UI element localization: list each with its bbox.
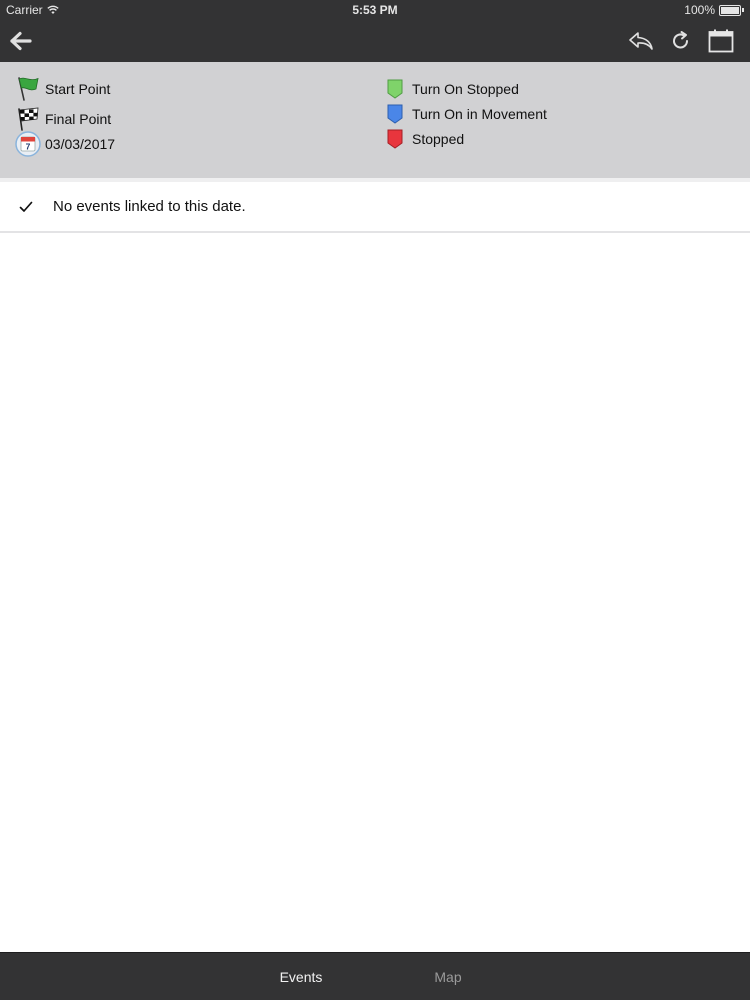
status-time: 5:53 PM	[352, 3, 398, 17]
red-marker-icon	[382, 126, 408, 152]
legend-start-point: Start Point	[15, 76, 110, 102]
list-item[interactable]: No events linked to this date.	[0, 182, 750, 233]
tab-bar: Events Map	[0, 952, 750, 1000]
app-screen: Carrier 5:53 PM 100% Start Point Final P…	[0, 0, 750, 1000]
battery-icon	[719, 4, 741, 16]
legend-stopped: Stopped	[382, 126, 464, 152]
legend-date-label: 03/03/2017	[45, 136, 116, 152]
green-marker-icon	[382, 76, 408, 102]
refresh-button[interactable]	[666, 26, 696, 56]
calendar-date-icon: 7	[15, 131, 41, 157]
legend-date: 7 03/03/2017	[15, 131, 115, 157]
checkered-flag-icon	[15, 106, 41, 132]
checkmark-icon	[19, 201, 35, 213]
no-events-message: No events linked to this date.	[53, 198, 246, 215]
refresh-icon	[673, 31, 688, 49]
legend-panel: Start Point Final Point 7 03/03/2017 Tur…	[0, 62, 750, 178]
arrow-left-icon	[10, 31, 32, 51]
green-flag-icon	[15, 76, 41, 102]
tab-map[interactable]: Map	[410, 953, 486, 1000]
blue-marker-icon	[382, 101, 408, 127]
calendar-day-number: 7	[26, 142, 31, 152]
legend-final-label: Final Point	[45, 111, 112, 127]
tab-events[interactable]: Events	[262, 953, 340, 1000]
legend-stopped-label: Stopped	[412, 131, 465, 147]
legend-start-label: Start Point	[45, 81, 111, 97]
legend-turn-on-movement: Turn On in Movement	[382, 101, 547, 127]
status-battery: 100%	[684, 3, 744, 17]
reply-icon	[629, 32, 653, 50]
top-bar: Carrier 5:53 PM 100%	[0, 0, 750, 62]
battery-tip	[742, 8, 744, 12]
calendar-button[interactable]	[706, 26, 736, 56]
legend-turn-on-movement-label: Turn On in Movement	[412, 106, 547, 122]
nav-bar	[0, 20, 750, 62]
legend-turn-on-stopped: Turn On Stopped	[382, 76, 519, 102]
legend-final-point: Final Point	[15, 106, 111, 132]
calendar-icon	[708, 29, 734, 53]
reply-button[interactable]	[626, 26, 656, 56]
back-button[interactable]	[6, 26, 36, 56]
battery-percent: 100%	[684, 3, 715, 17]
legend-turn-on-stopped-label: Turn On Stopped	[412, 81, 519, 97]
status-bar: Carrier 5:53 PM 100%	[0, 0, 750, 20]
